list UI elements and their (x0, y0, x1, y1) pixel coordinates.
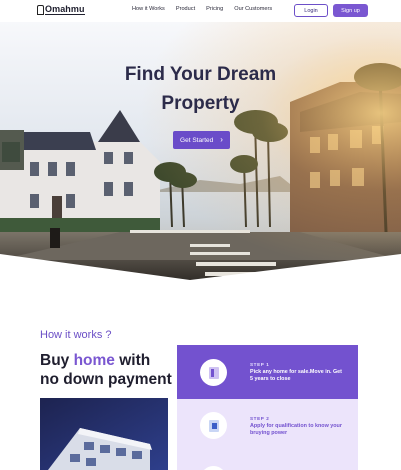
top-navbar: Omahmu How it Works Product Pricing Our … (0, 0, 401, 22)
chevron-right-icon: › (220, 135, 223, 144)
nav-link-product[interactable]: Product (176, 6, 195, 12)
step-card-2: STEP 2 Apply for qualification to know y… (177, 399, 358, 470)
section-title: Buy home with no down payment (40, 351, 172, 389)
building-photo (40, 398, 168, 470)
brand-name: Omahmu (45, 4, 85, 15)
hero-title: Find Your Dream Property (0, 60, 401, 118)
how-it-works-label: How it works ? (40, 329, 112, 341)
step-2-icon-circle (200, 412, 227, 439)
brand-logo[interactable]: Omahmu (37, 3, 85, 15)
logo-icon (37, 5, 44, 15)
nav-links: How it Works Product Pricing Our Custome… (132, 6, 272, 12)
hero-section: Find Your Dream Property Get Started › (0, 22, 401, 282)
step-2-kicker: STEP 2 (250, 416, 270, 421)
nav-link-pricing[interactable]: Pricing (206, 6, 223, 12)
login-button[interactable]: Login (294, 4, 328, 17)
nav-link-how-it-works[interactable]: How it Works (132, 6, 165, 12)
get-started-button[interactable]: Get Started › (173, 131, 230, 149)
step-1-icon-circle (200, 359, 227, 386)
title-prefix: Buy (40, 352, 74, 369)
document-icon (208, 366, 219, 379)
step-1-text: Pick any home for sale.Move in. Get 5 ye… (250, 369, 342, 382)
step-card-1: STEP 1 Pick any home for sale.Move in. G… (177, 345, 358, 399)
document-icon (208, 419, 219, 432)
steps-panel: STEP 1 Pick any home for sale.Move in. G… (177, 345, 358, 470)
step-2-text: Apply for qualification to know your bru… (250, 423, 342, 436)
step-1-kicker: STEP 1 (250, 362, 270, 367)
section-title-line-1: Buy home with (40, 351, 172, 370)
title-highlight: home (73, 352, 115, 369)
get-started-label: Get Started (180, 136, 214, 144)
section-title-line-2: no down payment (40, 371, 172, 388)
hero-title-line-2: Property (161, 93, 240, 114)
nav-link-our-customers[interactable]: Our Customers (234, 6, 272, 12)
title-suffix: with (114, 352, 151, 369)
hero-title-line-1: Find Your Dream (124, 64, 277, 85)
signup-button[interactable]: Sign up (333, 4, 368, 17)
